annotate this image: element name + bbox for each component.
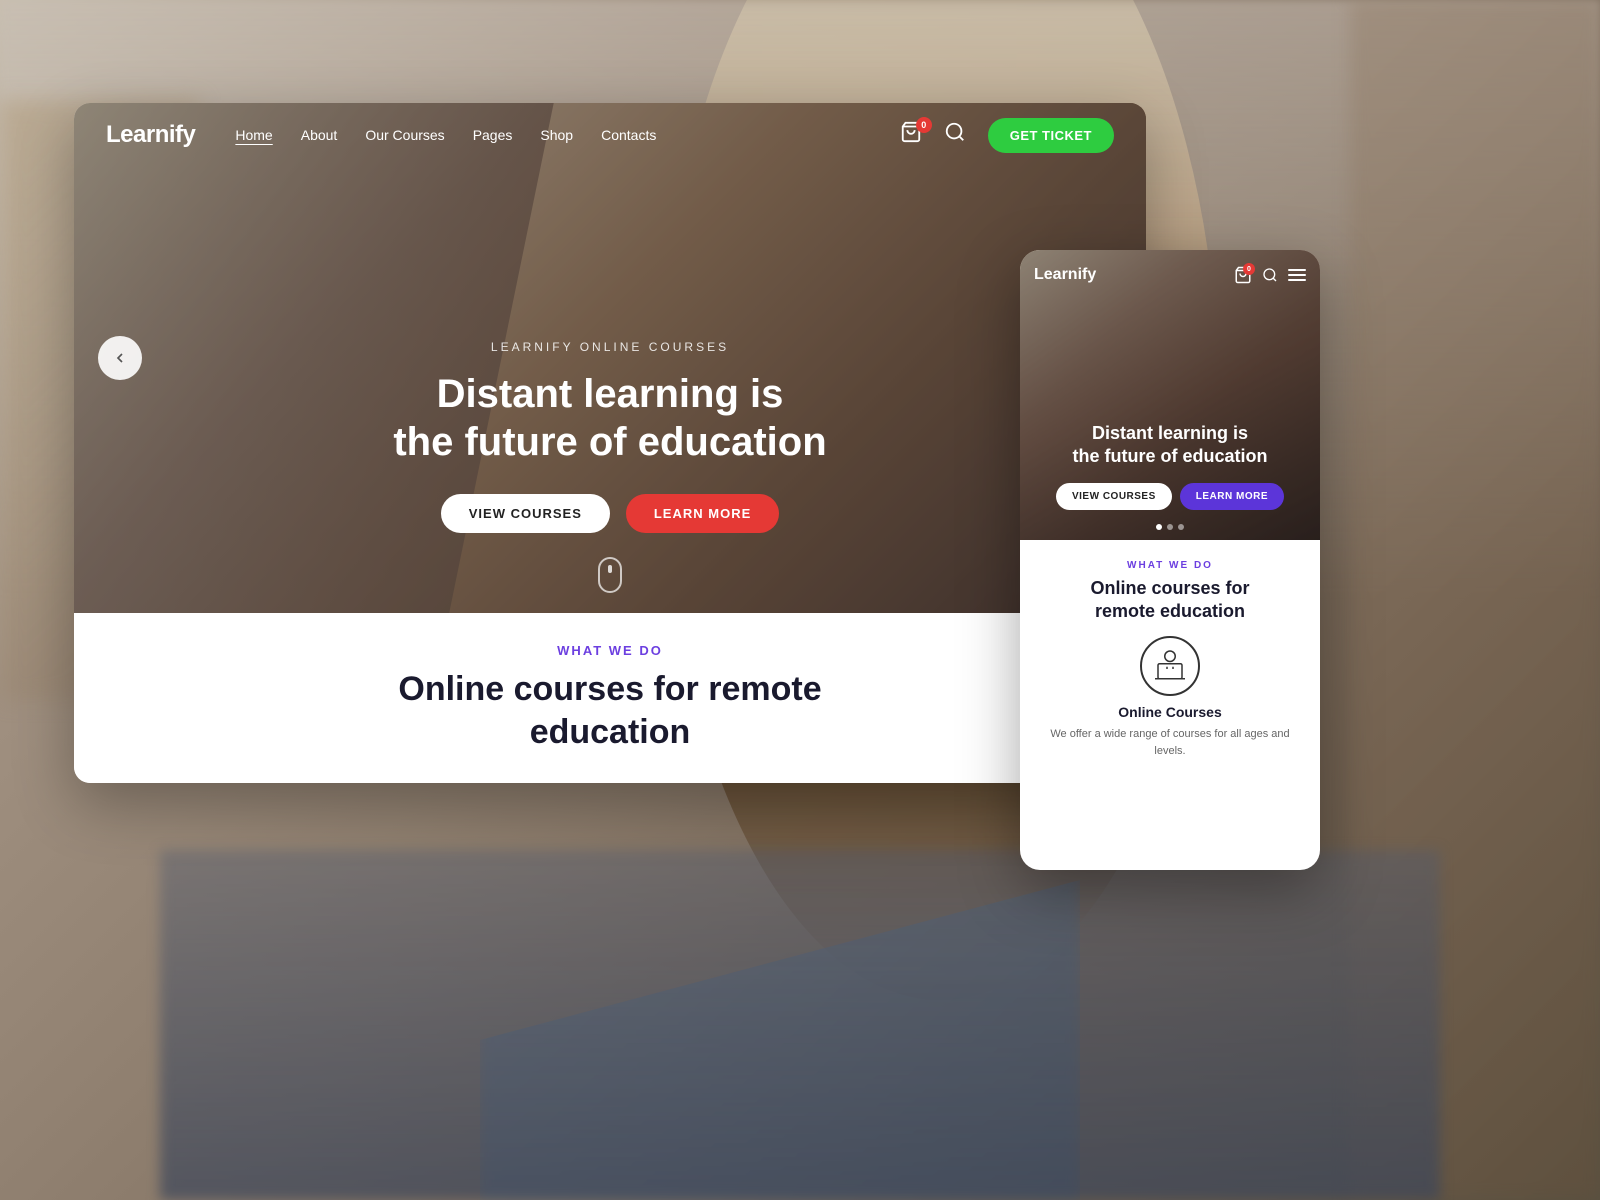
scroll-indicator <box>598 557 622 593</box>
mobile-course-name: Online Courses <box>1036 704 1304 720</box>
mobile-course-card: Online Courses We offer a wide range of … <box>1036 636 1304 759</box>
mobile-courses-title: Online courses for remote education <box>1036 577 1304 622</box>
courses-title-line2: education <box>530 713 691 751</box>
mobile-hero-line2: the future of education <box>1073 446 1268 466</box>
mobile-learn-more-button[interactable]: LEARN MORE <box>1180 483 1284 510</box>
mobile-hamburger-button[interactable] <box>1288 269 1306 281</box>
desktop-navbar: Learnify Home About Our Courses Pages Sh… <box>74 103 1146 167</box>
mobile-logo: Learnify <box>1034 266 1234 284</box>
mobile-what-we-do-label: WHAT WE DO <box>1036 560 1304 571</box>
hero-title-line1: Distant learning is <box>437 372 784 416</box>
mobile-dot-2[interactable] <box>1167 524 1173 530</box>
hero-title: Distant learning is the future of educat… <box>74 370 1146 466</box>
learn-more-button[interactable]: LEARN MORE <box>626 494 779 533</box>
mobile-view-courses-button[interactable]: VIEW COURSES <box>1056 483 1172 510</box>
scroll-dot <box>608 565 612 573</box>
hero-content: LEARNIFY ONLINE COURSES Distant learning… <box>74 340 1146 533</box>
mobile-search-button[interactable] <box>1262 267 1278 283</box>
mobile-cart-button[interactable]: 0 <box>1234 266 1252 284</box>
mobile-hero-title: Distant learning is the future of educat… <box>1036 422 1304 467</box>
mobile-course-description: We offer a wide range of courses for all… <box>1036 726 1304 759</box>
nav-actions: 0 GET TICKET <box>900 118 1114 153</box>
hero-buttons: VIEW COURSES LEARN MORE <box>74 494 1146 533</box>
nav-item-contacts[interactable]: Contacts <box>601 127 656 143</box>
nav-item-our-courses[interactable]: Our Courses <box>365 127 444 143</box>
view-courses-button[interactable]: VIEW COURSES <box>441 494 610 533</box>
nav-item-shop[interactable]: Shop <box>540 127 573 143</box>
desktop-mockup: Learnify Home About Our Courses Pages Sh… <box>74 103 1146 783</box>
mobile-slide-dots <box>1156 524 1184 530</box>
courses-title: Online courses for remote education <box>398 668 821 753</box>
hamburger-line-2 <box>1288 274 1306 276</box>
cart-badge: 0 <box>916 117 932 133</box>
mobile-navbar: Learnify 0 <box>1020 250 1320 300</box>
mobile-nav-actions: 0 <box>1234 266 1306 284</box>
mobile-hero-content: Distant learning is the future of educat… <box>1020 422 1320 510</box>
hamburger-line-3 <box>1288 279 1306 281</box>
mobile-hero-line1: Distant learning is <box>1092 423 1248 443</box>
course-icon <box>1140 636 1200 696</box>
hamburger-line-1 <box>1288 269 1306 271</box>
nav-item-home[interactable]: Home <box>235 127 272 143</box>
mobile-bottom-section: WHAT WE DO Online courses for remote edu… <box>1020 540 1320 779</box>
hero-title-line2: the future of education <box>393 420 826 464</box>
what-we-do-label: WHAT WE DO <box>557 643 663 658</box>
nav-item-about[interactable]: About <box>301 127 338 143</box>
desktop-hero: Learnify Home About Our Courses Pages Sh… <box>74 103 1146 613</box>
courses-title-line1: Online courses for remote <box>398 670 821 708</box>
get-ticket-button[interactable]: GET TICKET <box>988 118 1114 153</box>
mobile-cart-badge: 0 <box>1243 263 1255 275</box>
mobile-dot-3[interactable] <box>1178 524 1184 530</box>
desktop-logo: Learnify <box>106 121 195 149</box>
desktop-nav-menu: Home About Our Courses Pages Shop Contac… <box>235 127 899 143</box>
nav-item-pages[interactable]: Pages <box>473 127 513 143</box>
hero-subtitle: LEARNIFY ONLINE COURSES <box>74 340 1146 354</box>
mobile-hero-buttons: VIEW COURSES LEARN MORE <box>1036 483 1304 510</box>
search-button[interactable] <box>944 121 972 149</box>
desktop-bottom-section: WHAT WE DO Online courses for remote edu… <box>74 613 1146 783</box>
cart-button[interactable]: 0 <box>900 121 928 149</box>
mobile-dot-1[interactable] <box>1156 524 1162 530</box>
mobile-courses-line2: remote education <box>1095 601 1245 621</box>
mobile-courses-line1: Online courses for <box>1090 578 1249 598</box>
prev-arrow-button[interactable] <box>98 336 142 380</box>
